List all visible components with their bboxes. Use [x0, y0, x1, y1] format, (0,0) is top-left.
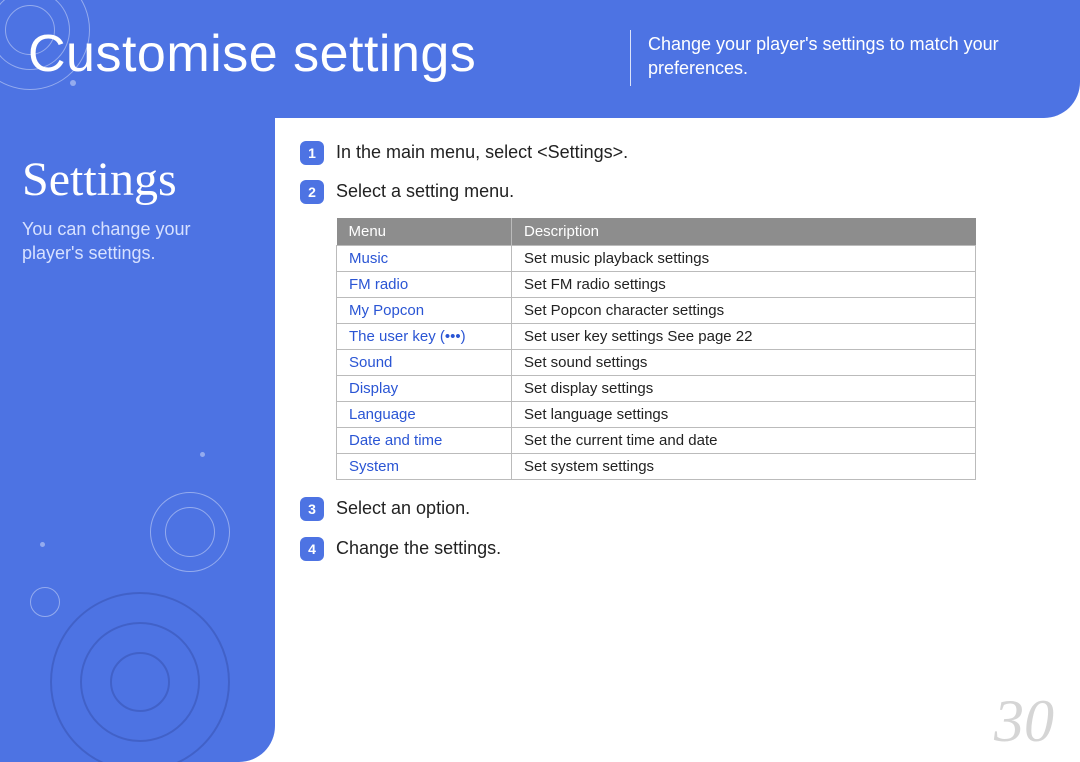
- desc-cell: Set display settings: [512, 376, 976, 402]
- menu-cell: Sound: [337, 350, 512, 376]
- table-row: FM radioSet FM radio settings: [337, 272, 976, 298]
- step-row: 2 Select a setting menu.: [300, 179, 1040, 204]
- desc-cell: Set user key settings See page 22: [512, 324, 976, 350]
- step-row: 4 Change the settings.: [300, 536, 1040, 561]
- sidebar: Settings You can change your player's se…: [0, 118, 275, 762]
- menu-cell: FM radio: [337, 272, 512, 298]
- step-badge-3: 3: [300, 497, 324, 521]
- page-number: 30: [994, 687, 1054, 756]
- table-row: The user key (•••)Set user key settings …: [337, 324, 976, 350]
- decorative-circles: [0, 412, 275, 762]
- menu-cell: System: [337, 454, 512, 480]
- settings-table: Menu Description MusicSet music playback…: [336, 218, 976, 480]
- menu-cell: My Popcon: [337, 298, 512, 324]
- step-text: Select a setting menu.: [336, 179, 514, 204]
- desc-cell: Set the current time and date: [512, 428, 976, 454]
- table-row: MusicSet music playback settings: [337, 246, 976, 272]
- menu-cell: Language: [337, 402, 512, 428]
- menu-cell: Display: [337, 376, 512, 402]
- section-description: You can change your player's settings.: [22, 217, 253, 266]
- desc-cell: Set Popcon character settings: [512, 298, 976, 324]
- desc-cell: Set FM radio settings: [512, 272, 976, 298]
- step-badge-2: 2: [300, 180, 324, 204]
- table-row: Date and timeSet the current time and da…: [337, 428, 976, 454]
- menu-cell: Date and time: [337, 428, 512, 454]
- main-content: 1 In the main menu, select <Settings>. 2…: [300, 140, 1040, 575]
- header-divider: [630, 30, 631, 86]
- step-row: 1 In the main menu, select <Settings>.: [300, 140, 1040, 165]
- desc-cell: Set language settings: [512, 402, 976, 428]
- table-row: My PopconSet Popcon character settings: [337, 298, 976, 324]
- section-heading: Settings: [22, 152, 253, 207]
- step-row: 3 Select an option.: [300, 496, 1040, 521]
- table-header-row: Menu Description: [337, 218, 976, 246]
- page-subtitle: Change your player's settings to match y…: [648, 32, 1050, 81]
- table-header-menu: Menu: [337, 218, 512, 246]
- menu-cell: Music: [337, 246, 512, 272]
- table-header-desc: Description: [512, 218, 976, 246]
- step-badge-4: 4: [300, 537, 324, 561]
- table-row: SystemSet system settings: [337, 454, 976, 480]
- desc-cell: Set sound settings: [512, 350, 976, 376]
- step-text: In the main menu, select <Settings>.: [336, 140, 628, 165]
- page-header: Customise settings Change your player's …: [0, 0, 1080, 118]
- step-text: Select an option.: [336, 496, 470, 521]
- desc-cell: Set system settings: [512, 454, 976, 480]
- decorative-rings: [0, 0, 170, 118]
- table-row: DisplaySet display settings: [337, 376, 976, 402]
- step-text: Change the settings.: [336, 536, 501, 561]
- manual-page: Customise settings Change your player's …: [0, 0, 1080, 762]
- menu-cell: The user key (•••): [337, 324, 512, 350]
- desc-cell: Set music playback settings: [512, 246, 976, 272]
- table-row: LanguageSet language settings: [337, 402, 976, 428]
- step-badge-1: 1: [300, 141, 324, 165]
- table-row: SoundSet sound settings: [337, 350, 976, 376]
